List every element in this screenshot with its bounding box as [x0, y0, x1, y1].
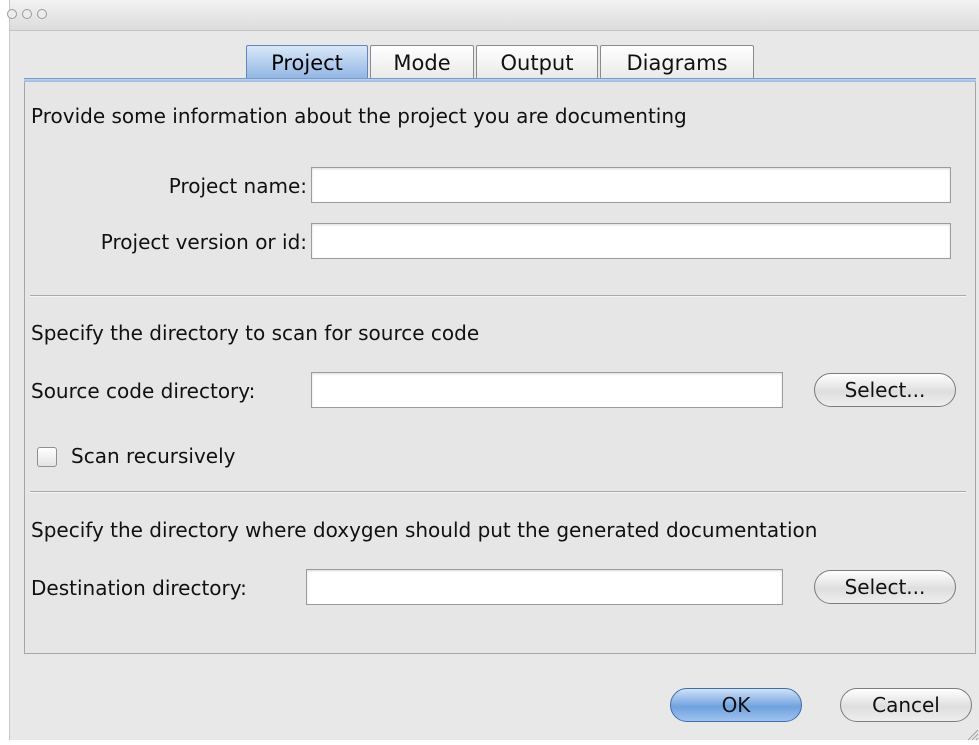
section-divider — [30, 491, 966, 493]
project-name-label: Project name: — [168, 174, 307, 198]
minimize-window-icon[interactable] — [22, 9, 32, 19]
destination-dir-input[interactable] — [306, 569, 783, 605]
scan-recursively-checkbox[interactable] — [37, 447, 57, 467]
tab-project[interactable]: Project — [246, 45, 368, 79]
project-version-input[interactable] — [311, 223, 951, 259]
doxygen-wizard-window: Project Mode Output Diagrams Provide som… — [7, 0, 979, 741]
source-dir-input[interactable] — [311, 372, 783, 408]
zoom-window-icon[interactable] — [37, 9, 47, 19]
ok-button[interactable]: OK — [670, 688, 802, 722]
project-name-input[interactable] — [311, 167, 951, 203]
project-tab-panel: Provide some information about the proje… — [24, 82, 976, 654]
destination-dir-label: Destination directory: — [31, 576, 247, 600]
source-select-button[interactable]: Select... — [814, 373, 956, 407]
scan-recursively-label[interactable]: Scan recursively — [71, 444, 235, 468]
project-info-heading: Provide some information about the proje… — [31, 104, 687, 128]
tab-output[interactable]: Output — [476, 45, 598, 79]
close-window-icon[interactable] — [7, 9, 17, 19]
section-divider — [30, 295, 966, 297]
tab-mode[interactable]: Mode — [370, 45, 474, 79]
source-dir-heading: Specify the directory to scan for source… — [31, 321, 480, 345]
source-dir-label: Source code directory: — [31, 379, 256, 403]
destination-select-button[interactable]: Select... — [814, 570, 956, 604]
destination-dir-heading: Specify the directory where doxygen shou… — [31, 518, 818, 542]
project-version-label: Project version or id: — [100, 230, 307, 254]
tab-diagrams[interactable]: Diagrams — [600, 45, 754, 79]
resize-grip-icon[interactable] — [965, 726, 979, 741]
cancel-button[interactable]: Cancel — [840, 688, 972, 722]
title-bar[interactable] — [7, 0, 979, 31]
